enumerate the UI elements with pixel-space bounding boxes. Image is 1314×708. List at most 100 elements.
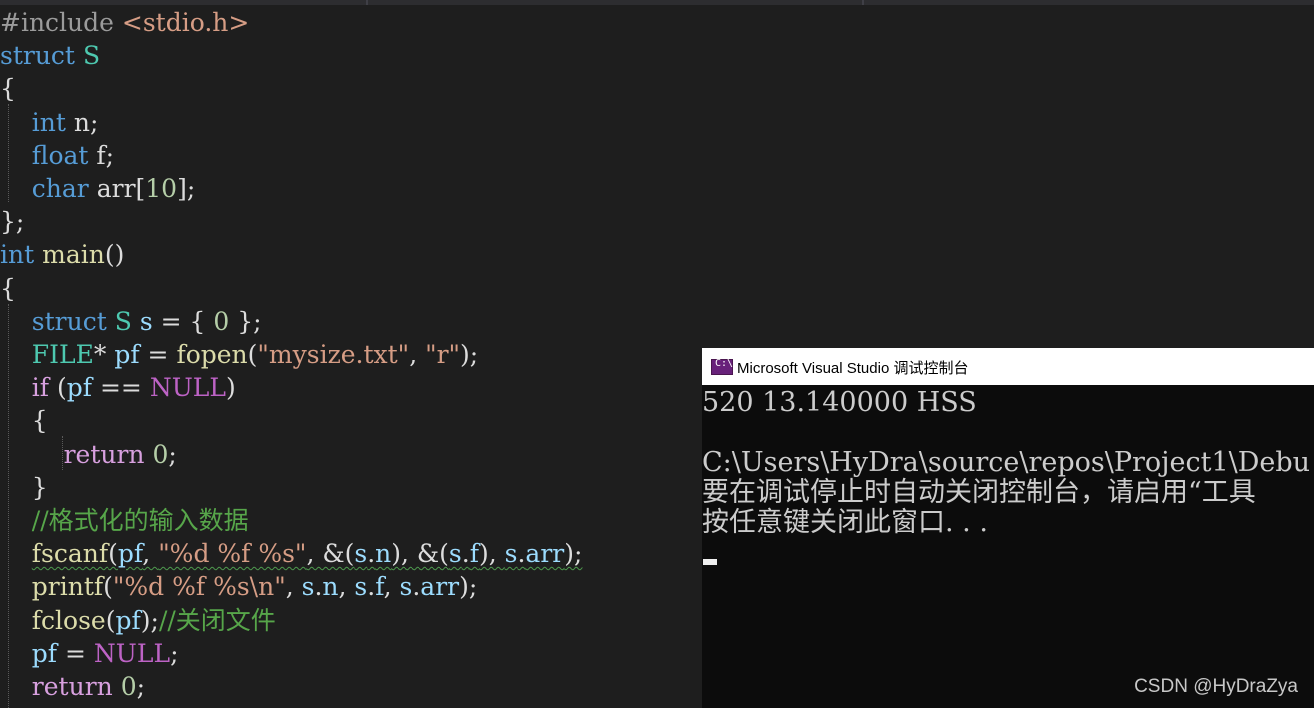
code-token: () bbox=[104, 240, 125, 270]
code-token: fclose bbox=[31, 605, 106, 635]
code-token: pf bbox=[114, 340, 140, 369]
console-titlebar[interactable]: C:\ Microsoft Visual Studio 调试控制台 bbox=[702, 348, 1314, 385]
code-token: "%d %f %s\n" bbox=[112, 572, 286, 602]
console-cursor bbox=[703, 559, 717, 565]
code-token: if bbox=[31, 373, 50, 403]
code-line-field-arr[interactable]: char arr[10]; bbox=[0, 172, 195, 205]
code-line-brace-open-1[interactable]: { bbox=[0, 72, 16, 105]
code-token: . bbox=[367, 539, 376, 569]
code-token: ( bbox=[247, 340, 258, 369]
code-token: NULL bbox=[149, 373, 226, 403]
code-token: ); bbox=[140, 605, 159, 635]
code-line-field-n[interactable]: int n; bbox=[0, 106, 99, 139]
code-token: , bbox=[338, 572, 355, 602]
code-token: FILE bbox=[31, 340, 94, 369]
code-token: printf bbox=[31, 572, 104, 602]
console-output-line: 520 13.140000 HSS bbox=[702, 387, 977, 418]
code-line-include[interactable]: #include <stdio.h> bbox=[0, 6, 249, 39]
code-token: ); bbox=[460, 340, 479, 369]
code-line-if-line[interactable]: if (pf == NULL) bbox=[0, 371, 236, 404]
code-token: ); bbox=[459, 572, 478, 602]
code-token: s bbox=[504, 539, 518, 569]
code-token: , bbox=[409, 340, 426, 369]
code-token: pf bbox=[117, 539, 143, 569]
code-token: #include bbox=[0, 8, 122, 37]
code-line-field-f[interactable]: float f; bbox=[0, 139, 114, 172]
code-token: 0 bbox=[120, 672, 137, 701]
code-token: , bbox=[383, 572, 400, 602]
code-token: == bbox=[92, 373, 150, 403]
code-token: . bbox=[461, 539, 470, 569]
code-token: S bbox=[82, 41, 101, 71]
code-token: f bbox=[469, 539, 479, 569]
code-line-main-decl[interactable]: int main() bbox=[0, 238, 124, 271]
console-output-line: C:\Users\HyDra\source\repos\Project1\Deb… bbox=[702, 447, 1311, 478]
code-token: 0 bbox=[152, 439, 169, 469]
code-token: "r" bbox=[425, 340, 461, 369]
editor-tab-strip bbox=[0, 0, 1314, 5]
code-token: struct bbox=[31, 306, 115, 336]
code-line-fclose-line[interactable]: fclose(pf);//关闭文件 bbox=[0, 604, 276, 637]
code-line-brace-open-2[interactable]: { bbox=[0, 272, 16, 305]
code-token: ( bbox=[105, 605, 116, 635]
code-token: fopen bbox=[176, 340, 248, 369]
code-token: { bbox=[0, 273, 16, 303]
code-token: "mysize.txt" bbox=[257, 340, 410, 369]
code-token: = bbox=[57, 638, 94, 668]
tab-separator bbox=[366, 0, 368, 5]
code-line-fopen-line[interactable]: FILE* pf = fopen("mysize.txt", "r"); bbox=[0, 338, 478, 371]
code-token: ) bbox=[225, 373, 236, 403]
code-token: 10 bbox=[145, 174, 178, 203]
code-line-struct-decl[interactable]: struct S bbox=[0, 39, 100, 72]
indent-guide bbox=[8, 304, 9, 708]
code-line-return-0-main[interactable]: return 0; bbox=[0, 670, 145, 703]
code-token: = { bbox=[152, 306, 214, 336]
code-line-struct-init[interactable]: struct S s = { 0 }; bbox=[0, 305, 262, 338]
code-line-printf-line[interactable]: printf("%d %f %s\n", s.n, s.f, s.arr); bbox=[0, 570, 478, 603]
debug-console-window[interactable]: C:\ Microsoft Visual Studio 调试控制台 520 13… bbox=[702, 348, 1314, 708]
code-token: s bbox=[399, 572, 413, 602]
code-token: , bbox=[142, 539, 159, 569]
code-line-comment-format[interactable]: //格式化的输入数据 bbox=[0, 504, 249, 537]
code-line-fscanf-line[interactable]: fscanf(pf, "%d %f %s", &(s.n), &(s.f), s… bbox=[0, 537, 583, 570]
watermark: CSDN @HyDraZya bbox=[1134, 676, 1298, 697]
code-token: } bbox=[31, 472, 48, 502]
code-token: pf bbox=[31, 638, 58, 668]
code-token: int bbox=[31, 107, 66, 137]
code-token: }; bbox=[229, 306, 262, 336]
code-token: s bbox=[301, 572, 315, 602]
code-token: int bbox=[0, 240, 35, 270]
code-token: = bbox=[139, 340, 177, 369]
code-token: S bbox=[114, 306, 132, 336]
code-token: ( bbox=[49, 373, 67, 403]
code-token: //关闭文件 bbox=[158, 605, 276, 635]
code-token: ), &( bbox=[391, 539, 449, 569]
code-token: ( bbox=[103, 572, 113, 602]
code-line-pf-null-line[interactable]: pf = NULL; bbox=[0, 637, 179, 670]
console-title: Microsoft Visual Studio 调试控制台 bbox=[737, 360, 969, 377]
code-token: , bbox=[285, 572, 302, 602]
code-token: s bbox=[448, 539, 462, 569]
console-app-icon: C:\ bbox=[711, 358, 733, 375]
code-token: ); bbox=[564, 539, 583, 569]
code-token: { bbox=[31, 406, 48, 436]
code-token: NULL bbox=[93, 638, 171, 668]
code-line-return-0-inner[interactable]: return 0; bbox=[0, 438, 177, 471]
code-token: char bbox=[31, 174, 89, 203]
code-token: struct bbox=[0, 41, 83, 71]
code-token: n bbox=[375, 539, 392, 569]
code-line-brace-close-1[interactable]: }; bbox=[0, 205, 24, 238]
code-token: { bbox=[0, 74, 16, 104]
code-token: arr bbox=[525, 539, 565, 569]
